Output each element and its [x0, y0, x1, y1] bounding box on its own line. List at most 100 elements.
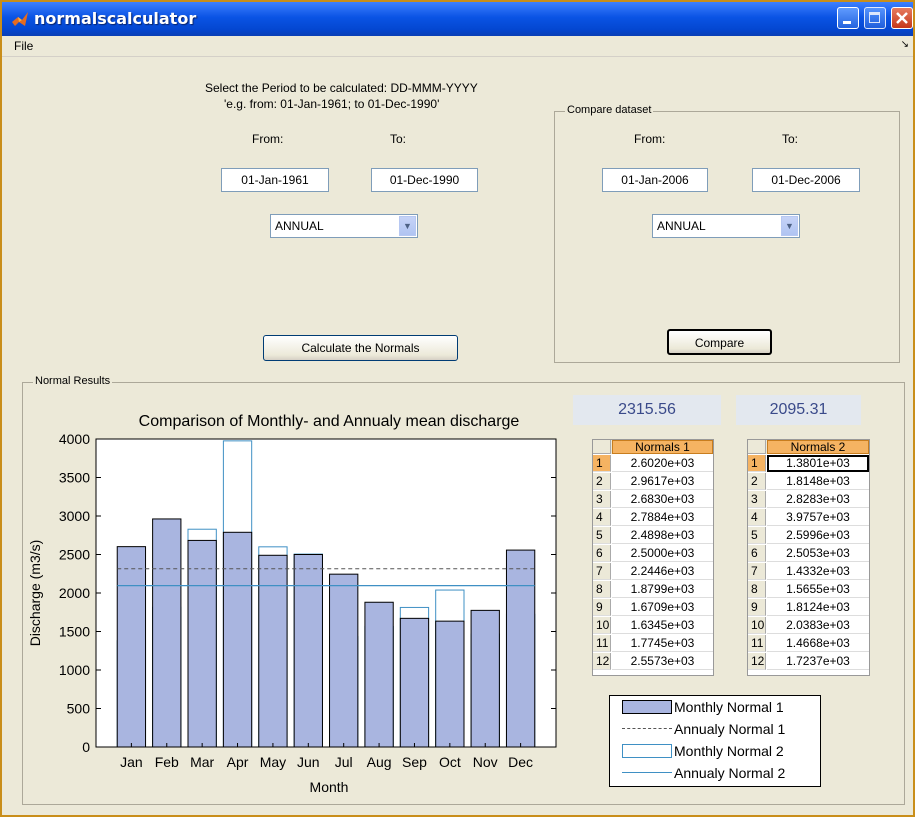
toolbar-dock-arrow-icon[interactable]: ↘ — [901, 39, 909, 50]
row-number[interactable]: 3 — [593, 491, 611, 508]
table-row[interactable]: 4 2.7884e+03 — [593, 509, 713, 526]
row-number[interactable]: 7 — [593, 563, 611, 580]
table-row[interactable]: 8 1.8799e+03 — [593, 581, 713, 598]
table-cell[interactable]: 1.4668e+03 — [767, 635, 869, 652]
table-row[interactable]: 5 2.4898e+03 — [593, 527, 713, 544]
normals-2-column-header[interactable]: Normals 2 — [767, 440, 869, 454]
normals-2-table[interactable]: Normals 2 1 1.3801e+03 2 1.8148e+03 3 2.8283e… — [747, 439, 870, 676]
bar-monthly-normal-1 — [116, 546, 147, 748]
compare-from-input[interactable]: 01-Jan-2006 — [602, 168, 708, 192]
row-number[interactable]: 5 — [593, 527, 611, 544]
x-tick-label: Feb — [155, 754, 179, 770]
table-cell[interactable]: 2.5000e+03 — [612, 545, 713, 562]
table-row[interactable]: 12 1.7237e+03 — [748, 653, 869, 670]
table-row[interactable]: 5 2.5996e+03 — [748, 527, 869, 544]
row-number[interactable]: 8 — [593, 581, 611, 598]
normals-1-table[interactable]: Normals 1 1 2.6020e+03 2 2.9617e+03 3 2.6830e… — [592, 439, 714, 676]
table-cell[interactable]: 2.8283e+03 — [767, 491, 869, 508]
table-row[interactable]: 6 2.5053e+03 — [748, 545, 869, 562]
table-row[interactable]: 4 3.9757e+03 — [748, 509, 869, 526]
table-cell[interactable]: 2.6020e+03 — [612, 455, 713, 472]
table-row[interactable]: 10 1.6345e+03 — [593, 617, 713, 634]
maximize-button[interactable] — [864, 7, 886, 29]
table-cell[interactable]: 2.5053e+03 — [767, 545, 869, 562]
close-button[interactable] — [891, 7, 913, 29]
table-cell[interactable]: 1.5655e+03 — [767, 581, 869, 598]
legend-item-annual-normal-2: Annualy Normal 2 — [610, 762, 820, 784]
table-cell[interactable]: 1.4332e+03 — [767, 563, 869, 580]
table-cell[interactable]: 1.7745e+03 — [612, 635, 713, 652]
table-cell[interactable]: 1.6709e+03 — [612, 599, 713, 616]
annual-normal-2-value: 2095.31 — [736, 395, 861, 425]
row-number[interactable]: 2 — [593, 473, 611, 490]
row-number[interactable]: 3 — [748, 491, 766, 508]
row-number[interactable]: 9 — [593, 599, 611, 616]
row-number[interactable]: 4 — [593, 509, 611, 526]
table-cell[interactable]: 2.5996e+03 — [767, 527, 869, 544]
period-from-input[interactable]: 01-Jan-1961 — [221, 168, 329, 192]
table-row[interactable]: 1 2.6020e+03 — [593, 455, 713, 472]
row-number[interactable]: 10 — [593, 617, 611, 634]
table-row[interactable]: 12 2.5573e+03 — [593, 653, 713, 670]
calculate-normals-button[interactable]: Calculate the Normals — [263, 335, 458, 361]
menu-file[interactable]: File — [14, 39, 33, 53]
row-number[interactable]: 6 — [748, 545, 766, 562]
table-cell[interactable]: 1.6345e+03 — [612, 617, 713, 634]
table-row[interactable]: 7 1.4332e+03 — [748, 563, 869, 580]
row-number[interactable]: 1 — [748, 455, 766, 472]
normals-1-column-header[interactable]: Normals 1 — [612, 440, 713, 454]
chevron-down-icon[interactable]: ▼ — [399, 216, 416, 236]
table-row[interactable]: 3 2.6830e+03 — [593, 491, 713, 508]
table-row[interactable]: 9 1.8124e+03 — [748, 599, 869, 616]
table-cell[interactable]: 1.3801e+03 — [767, 455, 869, 472]
table-row[interactable]: 11 1.7745e+03 — [593, 635, 713, 652]
table-row[interactable]: 1 1.3801e+03 — [748, 455, 869, 472]
row-number[interactable]: 11 — [748, 635, 766, 652]
app-window: normalscalculator File ↘ Select the Peri… — [0, 0, 915, 817]
y-tick-label: 1500 — [59, 624, 90, 640]
table-row[interactable]: 10 2.0383e+03 — [748, 617, 869, 634]
table-row[interactable]: 2 1.8148e+03 — [748, 473, 869, 490]
row-number[interactable]: 4 — [748, 509, 766, 526]
table-cell[interactable]: 2.2446e+03 — [612, 563, 713, 580]
table-cell[interactable]: 2.7884e+03 — [612, 509, 713, 526]
table-row[interactable]: 7 2.2446e+03 — [593, 563, 713, 580]
table-row[interactable]: 6 2.5000e+03 — [593, 545, 713, 562]
table-cell[interactable]: 2.0383e+03 — [767, 617, 869, 634]
row-number[interactable]: 9 — [748, 599, 766, 616]
row-number[interactable]: 6 — [593, 545, 611, 562]
table-row[interactable]: 9 1.6709e+03 — [593, 599, 713, 616]
compare-type-select[interactable]: ANNUAL ▼ — [652, 214, 800, 238]
row-number[interactable]: 11 — [593, 635, 611, 652]
row-number[interactable]: 1 — [593, 455, 611, 472]
compare-to-input[interactable]: 01-Dec-2006 — [752, 168, 860, 192]
period-to-input[interactable]: 01-Dec-1990 — [371, 168, 478, 192]
chart-x-axis-label: Month — [310, 779, 349, 795]
table-cell[interactable]: 1.8124e+03 — [767, 599, 869, 616]
table-row[interactable]: 11 1.4668e+03 — [748, 635, 869, 652]
table-row[interactable]: 2 2.9617e+03 — [593, 473, 713, 490]
period-instruction-line1: Select the Period to be calculated: DD-M… — [205, 81, 478, 95]
table-cell[interactable]: 2.9617e+03 — [612, 473, 713, 490]
row-number[interactable]: 8 — [748, 581, 766, 598]
row-number[interactable]: 2 — [748, 473, 766, 490]
chevron-down-icon[interactable]: ▼ — [781, 216, 798, 236]
row-number[interactable]: 5 — [748, 527, 766, 544]
title-bar[interactable]: normalscalculator — [2, 2, 913, 36]
row-number[interactable]: 7 — [748, 563, 766, 580]
table-cell[interactable]: 1.7237e+03 — [767, 653, 869, 670]
table-row[interactable]: 3 2.8283e+03 — [748, 491, 869, 508]
row-number[interactable]: 12 — [748, 653, 766, 670]
compare-button[interactable]: Compare — [667, 329, 772, 355]
table-cell[interactable]: 2.6830e+03 — [612, 491, 713, 508]
row-number[interactable]: 10 — [748, 617, 766, 634]
row-number[interactable]: 12 — [593, 653, 611, 670]
table-cell[interactable]: 1.8799e+03 — [612, 581, 713, 598]
table-cell[interactable]: 2.5573e+03 — [612, 653, 713, 670]
table-cell[interactable]: 1.8148e+03 — [767, 473, 869, 490]
table-row[interactable]: 8 1.5655e+03 — [748, 581, 869, 598]
minimize-button[interactable] — [837, 7, 859, 29]
table-cell[interactable]: 2.4898e+03 — [612, 527, 713, 544]
table-cell[interactable]: 3.9757e+03 — [767, 509, 869, 526]
period-type-select[interactable]: ANNUAL ▼ — [270, 214, 418, 238]
